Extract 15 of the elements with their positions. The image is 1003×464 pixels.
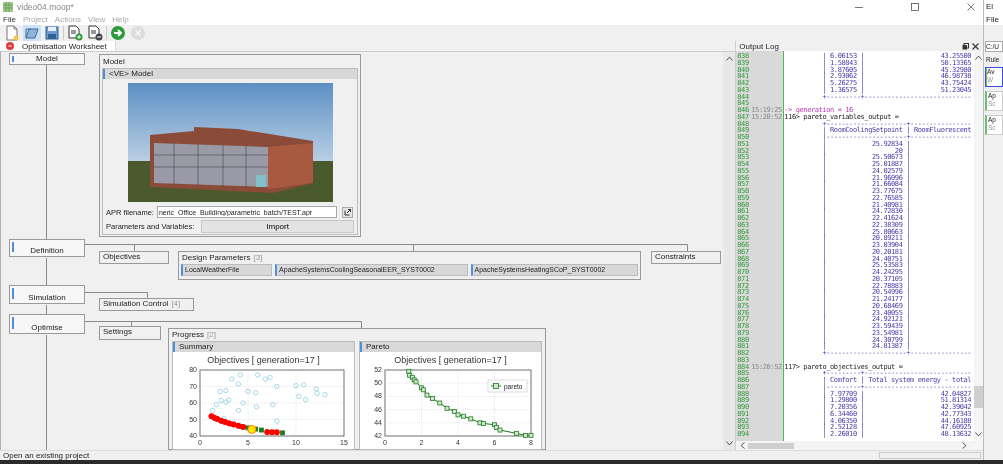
- item-count: [4]: [171, 299, 181, 308]
- panel-title: Output Log: [739, 41, 779, 51]
- item-count: [3]: [253, 253, 263, 262]
- box-title-text: Progress: [172, 330, 204, 339]
- item-count: [2]: [207, 330, 216, 339]
- panel-title: Model: [103, 57, 125, 66]
- chart-panel-header: Summary: [173, 342, 354, 352]
- window-title: El: [984, 0, 1003, 14]
- chart-title: Objectives [ generation=17 ]: [394, 355, 507, 365]
- window-title: video04.moop*: [17, 2, 74, 12]
- sub-panel-header: <VE> Model: [103, 69, 357, 79]
- chart-title: Objectives [ generation=17 ]: [207, 355, 320, 365]
- box-title-text: Design Parameters: [182, 253, 251, 262]
- chart-panel-header: Pareto: [360, 342, 541, 352]
- status-message: Open an existing project: [3, 451, 90, 460]
